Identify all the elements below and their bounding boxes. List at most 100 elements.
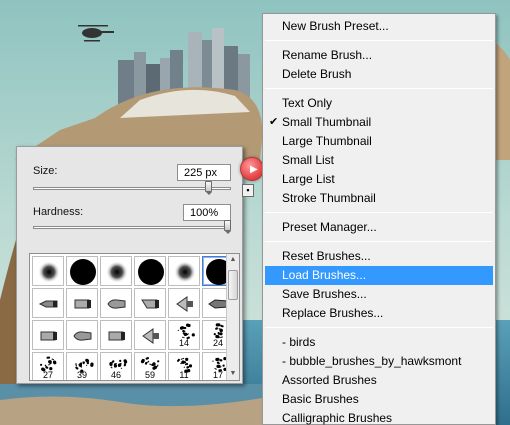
brush-preset-fan-brush[interactable] [134,320,166,350]
hardness-input[interactable]: 100% [183,204,231,221]
brush-context-menu: New Brush Preset... Rename Brush... Delete… [262,13,496,425]
brush-preset-fan-brush[interactable] [168,288,200,318]
brush-preset-hard-round[interactable] [134,256,166,286]
brush-preset-flat-brush[interactable] [100,320,132,350]
brush-tip-icon [176,296,193,312]
menu-item-label: Reset Brushes... [282,249,371,263]
brush-size-label: 39 [76,370,87,380]
brush-tip-icon [106,261,128,283]
brush-tip-icon [38,261,60,283]
size-input[interactable]: 225 px [177,164,231,181]
brush-tip-icon [40,331,57,341]
menu-item-label: Large Thumbnail [282,134,372,148]
hardness-slider-track[interactable] [33,226,231,229]
brush-size-label: 11 [179,370,189,380]
presets-scrollbar[interactable]: ▲ ▼ [226,254,239,380]
menu-item-label: Small Thumbnail [282,115,372,129]
size-slider-thumb[interactable] [204,181,212,195]
menu-item-label: Load Brushes... [282,268,367,282]
menu-item-birds[interactable]: - birds [265,333,493,352]
menu-item-label: Save Brushes... [282,287,367,301]
scroll-down-icon[interactable]: ▼ [227,368,239,380]
menu-item-new-brush-preset[interactable]: New Brush Preset... [265,17,493,36]
menu-separator [265,88,493,89]
hardness-slider-thumb[interactable] [224,220,231,234]
scroll-up-icon[interactable]: ▲ [227,254,239,266]
menu-item-small-list[interactable]: Small List [265,151,493,170]
brush-tip-icon [70,259,96,285]
menu-item-label: Stroke Thumbnail [282,191,376,205]
menu-item-calligraphic-brushes[interactable]: Calligraphic Brushes [265,409,493,425]
brush-preset-spatter[interactable]: 27 [32,352,64,380]
menu-item-delete-brush[interactable]: Delete Brush [265,65,493,84]
brush-preset-spatter[interactable]: 39 [66,352,98,380]
brush-preset-flat-brush[interactable] [32,320,64,350]
menu-item-label: Rename Brush... [282,48,373,62]
menu-item-replace-brushes[interactable]: Replace Brushes... [265,304,493,323]
menu-separator [265,327,493,328]
menu-item-label: Text Only [282,96,333,110]
menu-item-stroke-thumbnail[interactable]: Stroke Thumbnail [265,189,493,208]
panel-menu-button[interactable]: ▶ [240,157,264,181]
menu-item-preset-manager[interactable]: Preset Manager... [265,218,493,237]
brush-preset-spatter[interactable]: 59 [134,352,166,380]
brush-presets-grid: 14 24 27 39 46 59 11 17 ▲ ▼ [29,253,240,381]
menu-separator [265,40,493,41]
menu-item-label: - birds [282,335,316,349]
menu-item-load-brushes[interactable]: Load Brushes... [265,266,493,285]
brush-preset-spatter[interactable]: 14 [168,320,200,350]
brush-size-label: 27 [42,370,53,380]
brush-preset-pencil-brush[interactable] [32,288,64,318]
menu-item-assorted-brushes[interactable]: Assorted Brushes [265,371,493,390]
brush-size-label: 59 [144,370,155,380]
brush-preset-spatter[interactable]: 11 [168,352,200,380]
hardness-label: Hardness: [33,206,84,218]
menu-item-label: Preset Manager... [282,220,377,234]
brush-preset-round-tip-brush[interactable] [100,288,132,318]
menu-item-large-thumbnail[interactable]: Large Thumbnail [265,132,493,151]
menu-item-label: New Brush Preset... [282,19,389,33]
brush-size-label: 46 [110,370,121,380]
menu-item-label: Small List [282,153,335,167]
brush-tip-icon [73,331,92,341]
brush-preset-angle-brush[interactable] [134,288,166,318]
menu-item-label: - bubble_brushes_by_hawksmont [282,354,462,368]
menu-item-label: Assorted Brushes [282,373,377,387]
brush-preset-soft-round[interactable] [168,256,200,286]
menu-item-basic-brushes[interactable]: Basic Brushes [265,390,493,409]
brush-preset-soft-round[interactable] [32,256,64,286]
brush-tip-icon [107,299,126,309]
menu-item-save-brushes[interactable]: Save Brushes... [265,285,493,304]
new-preset-icon[interactable]: ▪ [242,184,254,197]
brush-preset-picker: Size: 225 px Hardness: 100% 14 24 27 39 46 59… [16,146,243,384]
brush-preset-hard-round[interactable] [66,256,98,286]
menu-separator [265,241,493,242]
brush-tip-icon [108,331,125,341]
menu-item-label: Large List [282,172,335,186]
menu-item-label: Calligraphic Brushes [282,411,393,425]
menu-item-reset-brushes[interactable]: Reset Brushes... [265,247,493,266]
scrollbar-thumb[interactable] [228,270,238,300]
check-mark-icon: ✔ [269,116,279,128]
menu-item-bubble-brushes-by-hawksmont[interactable]: - bubble_brushes_by_hawksmont [265,352,493,371]
size-slider-track[interactable] [33,187,231,190]
menu-item-rename-brush[interactable]: Rename Brush... [265,46,493,65]
menu-item-label: Replace Brushes... [282,306,384,320]
menu-item-label: Delete Brush [282,67,352,81]
brush-tip-icon [141,299,159,309]
menu-item-small-thumbnail[interactable]: ✔ Small Thumbnail [265,113,493,132]
brush-size-label: 14 [178,338,189,348]
brush-preset-flat-brush[interactable] [66,288,98,318]
menu-separator [265,212,493,213]
menu-item-large-list[interactable]: Large List [265,170,493,189]
brush-tip-icon [38,300,58,308]
brush-tip-icon [74,299,91,309]
brush-preset-round-tip-brush[interactable] [66,320,98,350]
brush-tip-icon [138,259,164,285]
menu-item-text-only[interactable]: Text Only [265,94,493,113]
menu-item-label: Basic Brushes [282,392,359,406]
brush-tip-icon [174,261,196,283]
brush-preset-spatter[interactable]: 46 [100,352,132,380]
brush-preset-soft-round[interactable] [100,256,132,286]
size-label: Size: [33,165,58,177]
